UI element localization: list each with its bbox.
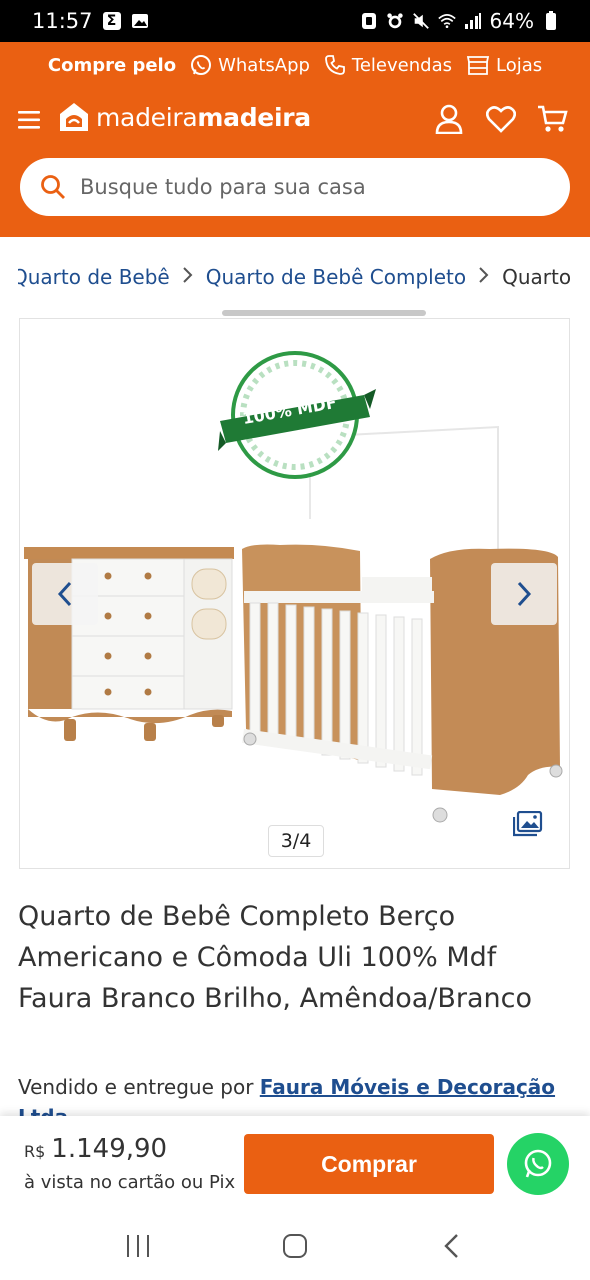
- phone-icon: [325, 55, 345, 75]
- whatsapp-link[interactable]: WhatsApp: [190, 54, 310, 76]
- site-header: Compre pelo WhatsApp Televendas Lojas ma…: [0, 42, 590, 237]
- product-title: Quarto de Bebê Completo Berço Americano …: [18, 901, 533, 1014]
- breadcrumb: Quarto de Bebê Quarto de Bebê Completo Q…: [18, 262, 572, 292]
- account-icon[interactable]: [432, 102, 466, 136]
- sigma-app-icon: Σ: [102, 12, 121, 30]
- nav-icons: [432, 102, 570, 136]
- hamburger-menu-icon[interactable]: [18, 108, 42, 132]
- status-left: 11:57 Σ: [32, 9, 149, 33]
- status-right: 64%: [360, 9, 560, 33]
- price: R$ 1.149,90: [24, 1134, 167, 1164]
- contact-row: Compre pelo WhatsApp Televendas Lojas: [0, 54, 590, 76]
- televendas-label: Televendas: [351, 54, 452, 76]
- gallery-next-button[interactable]: [491, 563, 557, 625]
- store-icon: [466, 56, 490, 75]
- chevron-right-icon: [182, 265, 194, 289]
- breadcrumb-item-quarto-completo[interactable]: Quarto de Bebê Completo: [206, 265, 466, 289]
- lojas-label: Lojas: [495, 54, 543, 76]
- chevron-right-icon: [478, 265, 490, 289]
- breadcrumb-item-quarto-de-bebe[interactable]: Quarto de Bebê: [18, 265, 170, 289]
- logo-text-bold: madeira: [197, 102, 311, 132]
- breadcrumb-item-current[interactable]: Quarto: [502, 265, 571, 289]
- whatsapp-icon: [191, 55, 212, 75]
- battery-percent: 64%: [489, 9, 534, 33]
- price-value: 1.149,90: [51, 1134, 168, 1164]
- whatsapp-label: WhatsApp: [218, 54, 310, 76]
- search-bar[interactable]: Busque tudo para sua casa: [20, 158, 570, 216]
- gallery-expand-icon[interactable]: [512, 810, 547, 841]
- search-input[interactable]: Busque tudo para sua casa: [80, 175, 366, 199]
- gallery-prev-button[interactable]: [32, 563, 98, 625]
- buy-bar: R$ 1.149,90 à vista no cartão ou Pix Com…: [0, 1116, 590, 1212]
- mute-icon: [412, 12, 430, 30]
- price-note: à vista no cartão ou Pix: [24, 1172, 236, 1193]
- status-bar: 11:57 Σ 64%: [0, 0, 590, 42]
- gallery-counter: 3/4: [268, 825, 324, 857]
- logo-text: madeiramadeira: [96, 103, 311, 132]
- seller-prefix: Vendido e entregue por: [18, 1075, 260, 1099]
- recent-apps-icon[interactable]: [118, 1226, 158, 1266]
- home-icon[interactable]: [275, 1226, 315, 1266]
- chevron-left-icon: [57, 581, 72, 607]
- contact-prefix: Compre pelo: [47, 54, 177, 76]
- wifi-icon: [437, 12, 456, 30]
- nav-row: madeiramadeira: [0, 96, 590, 146]
- price-currency: R$: [24, 1142, 46, 1161]
- gallery-app-icon: [131, 12, 149, 30]
- alarm-icon: [386, 12, 404, 30]
- cart-icon[interactable]: [536, 102, 570, 136]
- buy-button[interactable]: Comprar: [244, 1134, 494, 1194]
- battery-icon: [542, 11, 560, 30]
- signal-icon: [464, 12, 482, 30]
- search-icon: [41, 175, 65, 199]
- carousel-scroll-indicator: [222, 310, 426, 316]
- whatsapp-chat-button[interactable]: [507, 1133, 569, 1195]
- logo-house-icon: [60, 103, 88, 131]
- televendas-link[interactable]: Televendas: [324, 54, 452, 76]
- nfc-icon: [360, 12, 378, 30]
- product-image-gallery[interactable]: 100% MDF 3/4: [19, 318, 570, 869]
- lojas-link[interactable]: Lojas: [466, 54, 542, 76]
- android-nav-bar: [0, 1212, 590, 1280]
- logo-text-light: madeira: [96, 102, 198, 132]
- status-time: 11:57: [32, 9, 93, 33]
- chevron-right-icon: [517, 581, 532, 607]
- back-icon[interactable]: [432, 1226, 472, 1266]
- site-logo[interactable]: madeiramadeira: [58, 101, 311, 133]
- favorites-heart-icon[interactable]: [484, 102, 518, 136]
- whatsapp-icon: [524, 1149, 552, 1178]
